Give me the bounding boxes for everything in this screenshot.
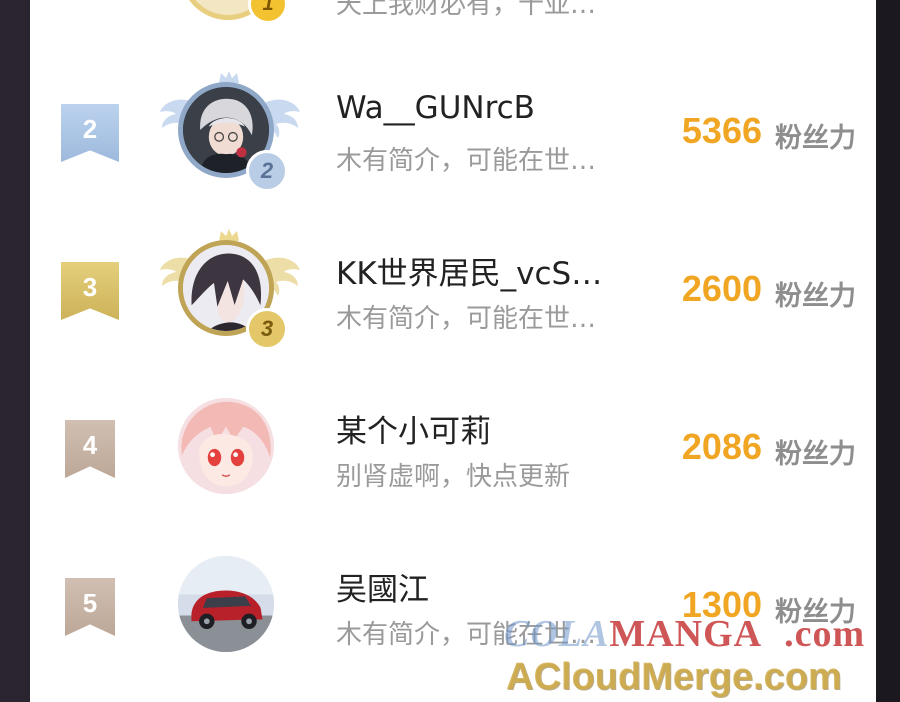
- ranking-row[interactable]: 5 吴國江 木有简介，可能在世… 1300 粉丝力: [30, 534, 876, 692]
- rank-ribbon: 5: [65, 578, 115, 636]
- avatar-illustration: [178, 556, 274, 652]
- fan-ranking-panel: 1 天上我财必有，十亚… 2 2 Wa__GUNrcB 木有简介，可能在世… 5…: [30, 0, 876, 702]
- fan-score: 2600: [681, 268, 762, 309]
- user-bio: 别肾虚啊，快点更新: [336, 462, 571, 492]
- rank-number: 5: [82, 587, 98, 618]
- user-name[interactable]: 某个小可莉: [336, 406, 491, 451]
- user-name[interactable]: KK世界居民_vcS…: [336, 248, 602, 293]
- fan-score-unit: 粉丝力: [775, 597, 856, 628]
- fan-score-unit: 粉丝力: [775, 439, 856, 470]
- medal-badge: 1: [248, 0, 288, 24]
- rank-ribbon: 2: [61, 104, 119, 162]
- fan-score-unit: 粉丝力: [775, 123, 856, 154]
- user-bio: 木有简介，可能在世…: [336, 304, 597, 334]
- user-bio: 天上我财必有，十亚…: [336, 0, 597, 20]
- rank-ribbon: 3: [61, 262, 119, 320]
- rank-ribbon: 4: [65, 420, 115, 478]
- user-name[interactable]: Wa__GUNrcB: [336, 90, 535, 126]
- rank-number: 3: [82, 271, 98, 302]
- avatar-with-frame[interactable]: 3: [160, 229, 300, 350]
- avatar: [178, 398, 274, 494]
- fan-score: 2086: [681, 426, 762, 467]
- user-name[interactable]: 吴國江: [336, 564, 429, 609]
- partial-row-1[interactable]: 1 天上我财必有，十亚…: [30, 0, 876, 30]
- avatar-with-frame[interactable]: 2: [160, 71, 300, 192]
- avatar-illustration: [178, 398, 274, 494]
- ranking-row[interactable]: 4 某个小可莉 别肾虚啊，快点更新 2086 粉丝力: [30, 376, 876, 534]
- medal-badge: 3: [246, 308, 288, 350]
- avatar: [178, 556, 274, 652]
- medal-badge: 2: [246, 150, 288, 192]
- fan-score: 1300: [681, 584, 762, 625]
- ranking-row[interactable]: 2 2 Wa__GUNrcB 木有简介，可能在世… 5366 粉丝力: [30, 60, 876, 218]
- fan-score: 5366: [681, 110, 762, 151]
- user-bio: 木有简介，可能在世…: [336, 620, 597, 650]
- rank-number: 4: [82, 429, 98, 460]
- user-bio: 木有简介，可能在世…: [336, 146, 597, 176]
- rank-number: 2: [82, 113, 98, 144]
- ranking-row[interactable]: 3 3 KK世界居民_vcS… 木有简介，可能在世… 2600 粉丝力: [30, 218, 876, 376]
- avatar-with-frame[interactable]: [178, 556, 278, 656]
- fan-score-unit: 粉丝力: [775, 281, 856, 312]
- avatar-with-frame[interactable]: [178, 398, 278, 498]
